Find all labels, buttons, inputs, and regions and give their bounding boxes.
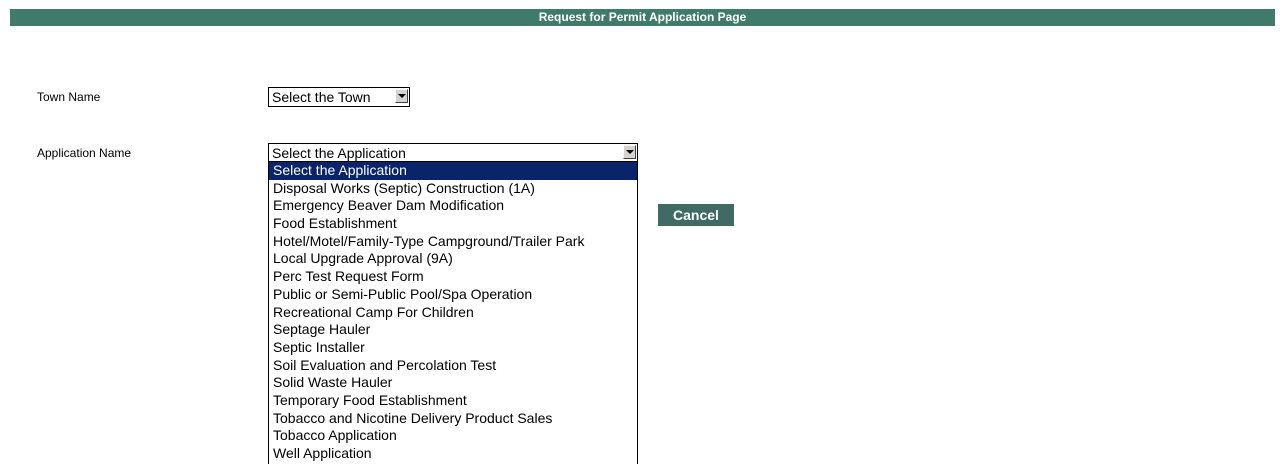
town-name-label: Town Name [37, 90, 101, 104]
dropdown-option[interactable]: Hotel/Motel/Family-Type Campground/Trail… [269, 233, 637, 251]
town-select[interactable]: Select the Town [268, 87, 410, 107]
application-dropdown-list[interactable]: Select the Application Disposal Works (S… [268, 162, 638, 464]
dropdown-option[interactable]: Solid Waste Hauler [269, 374, 637, 392]
page-title: Request for Permit Application Page [10, 9, 1275, 26]
application-select-value: Select the Application [272, 145, 406, 161]
chevron-down-icon[interactable] [395, 89, 408, 103]
dropdown-option[interactable]: Perc Test Request Form [269, 268, 637, 286]
dropdown-option[interactable]: Food Establishment [269, 215, 637, 233]
dropdown-option[interactable]: Well Application [269, 445, 637, 463]
dropdown-option[interactable]: Soil Evaluation and Percolation Test [269, 357, 637, 375]
application-name-label: Application Name [37, 146, 132, 160]
dropdown-option[interactable]: Select the Application [269, 162, 637, 180]
dropdown-option[interactable]: Tobacco and Nicotine Delivery Product Sa… [269, 410, 637, 428]
application-select[interactable]: Select the Application [268, 143, 638, 162]
dropdown-option[interactable]: Public or Semi-Public Pool/Spa Operation [269, 286, 637, 304]
chevron-down-icon[interactable] [623, 145, 636, 159]
dropdown-option[interactable]: Tobacco Application [269, 427, 637, 445]
dropdown-option[interactable]: Septage Hauler [269, 321, 637, 339]
permit-request-page: Request for Permit Application Page Town… [0, 0, 1285, 464]
dropdown-option[interactable]: Recreational Camp For Children [269, 304, 637, 322]
town-select-value: Select the Town [272, 89, 371, 105]
dropdown-option[interactable]: Septic Installer [269, 339, 637, 357]
dropdown-option[interactable]: Emergency Beaver Dam Modification [269, 197, 637, 215]
dropdown-option[interactable]: Disposal Works (Septic) Construction (1A… [269, 180, 637, 198]
dropdown-option[interactable]: Temporary Food Establishment [269, 392, 637, 410]
dropdown-option[interactable]: Local Upgrade Approval (9A) [269, 250, 637, 268]
cancel-button[interactable]: Cancel [658, 204, 734, 226]
